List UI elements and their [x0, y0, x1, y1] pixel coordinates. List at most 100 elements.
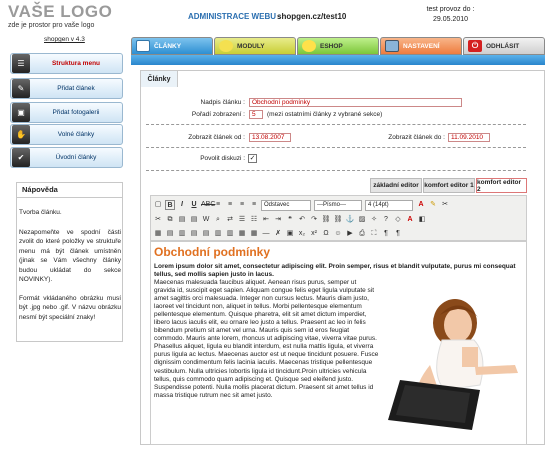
media-icon[interactable]: ▶ — [345, 229, 355, 239]
new-doc-icon[interactable]: ▢ — [153, 200, 163, 210]
font-size-select[interactable]: 4 (14pt) — [365, 199, 413, 211]
tab-modules[interactable]: MODULY — [214, 37, 296, 55]
redo-icon[interactable]: ↷ — [309, 215, 319, 225]
align-right-icon[interactable]: ≡ — [237, 200, 247, 210]
panel-tab-articles[interactable]: Články — [140, 70, 178, 87]
divider — [146, 124, 526, 125]
font-family-select[interactable]: ---Písmo--- — [314, 199, 362, 211]
tab-articles[interactable]: ČLÁNKY — [131, 37, 213, 55]
special-char-icon[interactable]: Ω — [321, 229, 331, 239]
trial-label: test provoz do : — [426, 6, 475, 13]
tab-basic-editor[interactable]: základní editor — [370, 178, 422, 193]
delete-col-icon[interactable]: ▥ — [225, 229, 235, 239]
tab-bar-underline — [131, 55, 545, 65]
paste-icon[interactable]: ▤ — [177, 215, 187, 225]
cut-icon[interactable]: ✂ — [440, 200, 450, 210]
fullscreen-icon[interactable]: ⛶ — [369, 229, 379, 239]
tab-logout[interactable]: ⏻ ODHLÁSIT — [463, 37, 545, 55]
text-color-icon[interactable]: A — [405, 215, 415, 225]
cell-props-icon[interactable]: ▥ — [177, 229, 187, 239]
print-icon[interactable]: ⎙ — [357, 229, 367, 239]
row-props-icon[interactable]: ▤ — [165, 229, 175, 239]
tab-eshop[interactable]: ESHOP — [297, 37, 379, 55]
sidebar-item-label: Přidat fotogalerii — [52, 109, 100, 116]
tab-comfort-editor-2[interactable]: komfort editor 2 — [476, 178, 527, 193]
trial-date: 29.05.2010 — [432, 16, 469, 23]
tab-settings[interactable]: NASTAVENÍ — [380, 37, 462, 55]
outdent-icon[interactable]: ⇤ — [261, 215, 271, 225]
merge-cell-icon[interactable]: ▦ — [249, 229, 259, 239]
help-title: Nápověda — [20, 185, 60, 194]
find-icon[interactable]: ⌕ — [213, 215, 223, 225]
rtl-icon[interactable]: ¶ — [393, 229, 403, 239]
italic-icon[interactable]: I — [177, 200, 187, 210]
gallery-icon: ▣ — [12, 103, 30, 122]
ltr-icon[interactable]: ¶ — [381, 229, 391, 239]
help-text-1: Tvorba článku. — [19, 209, 62, 216]
align-justify-icon[interactable]: ≡ — [249, 200, 259, 210]
subscript-icon[interactable]: x₂ — [297, 229, 307, 239]
align-left-icon[interactable]: ≡ — [213, 200, 223, 210]
align-center-icon[interactable]: ≡ — [225, 200, 235, 210]
paste-text-icon[interactable]: ▤ — [189, 215, 199, 225]
toolbar-row: ▢ B I U ABC ≡ ≡ ≡ ≡ Odstavec ---Písmo---… — [153, 198, 452, 212]
paragraph-style-select[interactable]: Odstavec — [261, 199, 311, 211]
undo-icon[interactable]: ↶ — [297, 215, 307, 225]
strikethrough-icon[interactable]: ABC — [201, 200, 215, 210]
superscript-icon[interactable]: x² — [309, 229, 319, 239]
delete-row-icon[interactable]: ▤ — [201, 229, 211, 239]
sidebar-item-intro-articles[interactable]: ✔ Úvodní články — [10, 147, 123, 168]
html-icon[interactable]: ◇ — [393, 215, 403, 225]
settings-icon — [385, 40, 399, 52]
logo: VAŠE LOGO — [8, 2, 113, 21]
bold-icon[interactable]: B — [165, 200, 175, 210]
sidebar-item-structure[interactable]: ☰ Struktura menu — [10, 53, 123, 74]
split-cell-icon[interactable]: ▦ — [237, 229, 247, 239]
replace-icon[interactable]: ⇄ — [225, 215, 235, 225]
articles-icon — [136, 40, 150, 52]
visual-aid-icon[interactable]: ▣ — [285, 229, 295, 239]
indent-icon[interactable]: ⇥ — [273, 215, 283, 225]
table-icon[interactable]: ▦ — [153, 229, 163, 239]
sidebar-item-free-articles[interactable]: ✋ Volné články — [10, 124, 123, 145]
order-input[interactable]: 5 — [249, 110, 263, 119]
link-icon[interactable]: ⛓ — [321, 215, 331, 225]
sidebar-item-add-gallery[interactable]: ▣ Přidat fotogalerii — [10, 102, 123, 123]
help-divider — [17, 197, 122, 198]
hr-icon[interactable]: — — [261, 229, 271, 239]
bullet-list-icon[interactable]: ☰ — [237, 215, 247, 225]
title-input[interactable]: Obchodní podmínky — [249, 98, 462, 107]
emoticon-icon[interactable]: ☺ — [333, 229, 343, 239]
highlight-icon[interactable]: ✎ — [428, 200, 438, 210]
to-date-input[interactable]: 11.09.2010 — [448, 133, 490, 142]
sidebar-item-label: Úvodní články — [55, 154, 97, 161]
underline-icon[interactable]: U — [189, 200, 199, 210]
admin-website: shopgen.cz/test10 — [277, 12, 347, 21]
text-color-icon[interactable]: A — [416, 200, 426, 210]
add-article-icon: ✎ — [12, 79, 30, 98]
woman-laptop-image — [388, 299, 518, 430]
number-list-icon[interactable]: ☷ — [249, 215, 259, 225]
cleanup-icon[interactable]: ✧ — [369, 215, 379, 225]
editor-toolbar: ▢ B I U ABC ≡ ≡ ≡ ≡ Odstavec ---Písmo---… — [150, 195, 527, 241]
quote-icon[interactable]: ❝ — [285, 215, 295, 225]
from-date-input[interactable]: 13.08.2007 — [249, 133, 291, 142]
title-label: Nadpis článku : — [200, 99, 245, 106]
insert-col-icon[interactable]: ▥ — [213, 229, 223, 239]
image-icon[interactable]: ▨ — [357, 215, 367, 225]
remove-format-icon[interactable]: ✗ — [273, 229, 283, 239]
insert-row-icon[interactable]: ▤ — [189, 229, 199, 239]
copy-icon[interactable]: ⧉ — [165, 215, 175, 225]
sidebar-item-label: Přidat článek — [57, 85, 95, 92]
unlink-icon[interactable]: ⛓ — [333, 215, 343, 225]
divider — [146, 147, 526, 148]
help-icon[interactable]: ? — [381, 215, 391, 225]
cut-icon[interactable]: ✂ — [153, 215, 163, 225]
sidebar-item-add-article[interactable]: ✎ Přidat článek — [10, 78, 123, 99]
background-color-icon[interactable]: ◧ — [417, 215, 427, 225]
tab-comfort-editor-1[interactable]: komfort editor 1 — [423, 178, 475, 193]
version-link[interactable]: shopgen v 4.3 — [44, 36, 85, 43]
discussion-checkbox[interactable]: ✓ — [248, 154, 257, 163]
anchor-icon[interactable]: ⚓ — [345, 215, 355, 225]
paste-word-icon[interactable]: W — [201, 215, 211, 225]
